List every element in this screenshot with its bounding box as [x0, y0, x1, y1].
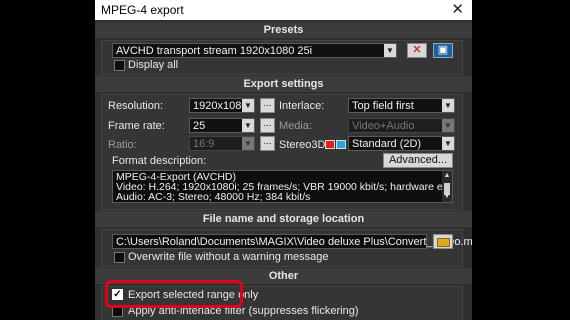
description-scrollbar[interactable]: ▲ ▼ [442, 171, 452, 202]
format-description-label: Format description: [112, 155, 207, 167]
highlight-box [105, 280, 243, 308]
interlace-label: Interlace: [279, 100, 325, 112]
format-description-line: Audio: AC-3; Stereo; 48000 Hz; 384 kbit/… [116, 191, 311, 203]
stereo3d-glasses-icon [325, 140, 346, 149]
overwrite-checkbox[interactable] [114, 252, 125, 263]
stereo3d-label: Stereo3D: [279, 139, 329, 151]
presets-heading: Presets [95, 22, 472, 38]
file-path-field[interactable]: C:\Users\Roland\Documents\MAGIX\Video de… [112, 234, 472, 249]
frame-rate-more-button[interactable]: ... [260, 118, 275, 133]
dropdown-arrow-icon: ▼ [442, 119, 454, 132]
format-description-box: MPEG-4-Export (AVCHD) Video: H.264; 1920… [112, 170, 453, 203]
interlace-value: Top field first [352, 100, 414, 112]
ratio-value: 16:9 [193, 138, 215, 150]
folder-icon[interactable] [433, 234, 453, 249]
dropdown-arrow-icon: ▼ [242, 119, 254, 132]
file-path-value: C:\Users\Roland\Documents\MAGIX\Video de… [116, 236, 472, 248]
resolution-more-button[interactable]: ... [260, 98, 275, 113]
frame-rate-label: Frame rate: [108, 120, 165, 132]
dropdown-arrow-icon: ▼ [384, 44, 396, 57]
media-dropdown[interactable]: Video+Audio ▼ [348, 118, 455, 133]
close-icon[interactable]: ✕ [451, 0, 464, 18]
resolution-dropdown[interactable]: 1920x1080 ▼ [189, 98, 255, 113]
background-left [0, 0, 95, 320]
export-dialog: MPEG-4 export ✕ Presets AVCHD transport … [95, 0, 472, 320]
ratio-more-button[interactable]: ... [260, 136, 275, 151]
dropdown-arrow-icon: ▼ [242, 99, 254, 112]
dropdown-arrow-icon: ▼ [442, 99, 454, 112]
dropdown-arrow-icon: ▼ [242, 137, 254, 150]
background-right [472, 0, 570, 320]
export-settings-heading: Export settings [95, 76, 472, 92]
ratio-label: Ratio: [108, 139, 137, 151]
interlace-dropdown[interactable]: Top field first ▼ [348, 98, 455, 113]
dropdown-arrow-icon: ▼ [442, 137, 454, 150]
delete-preset-icon[interactable]: ✕ [407, 43, 427, 58]
media-label: Media: [279, 120, 313, 132]
preset-value: AVCHD transport stream 1920x1080 25i [116, 45, 313, 57]
stereo3d-value: Standard (2D) [352, 138, 422, 150]
preset-dropdown[interactable]: AVCHD transport stream 1920x1080 25i ▼ [112, 43, 397, 58]
display-all-checkbox[interactable] [114, 60, 125, 71]
window-title: MPEG-4 export [101, 3, 184, 17]
media-value: Video+Audio [352, 120, 415, 132]
frame-rate-value: 25 [193, 120, 206, 132]
display-all-label: Display all [128, 59, 179, 71]
save-preset-icon[interactable]: ▣ [433, 43, 453, 58]
resolution-value: 1920x1080 [193, 100, 248, 112]
advanced-button[interactable]: Advanced... [383, 153, 453, 168]
scroll-down-icon[interactable]: ▼ [442, 192, 452, 202]
scroll-up-icon[interactable]: ▲ [442, 171, 452, 181]
file-heading: File name and storage location [95, 211, 472, 227]
title-bar: MPEG-4 export ✕ [95, 0, 472, 20]
resolution-label: Resolution: [108, 100, 164, 112]
stereo3d-dropdown[interactable]: Standard (2D) ▼ [348, 136, 455, 151]
frame-rate-dropdown[interactable]: 25 ▼ [189, 118, 255, 133]
ratio-dropdown[interactable]: 16:9 ▼ [189, 136, 255, 151]
overwrite-label: Overwrite file without a warning message [128, 251, 329, 263]
